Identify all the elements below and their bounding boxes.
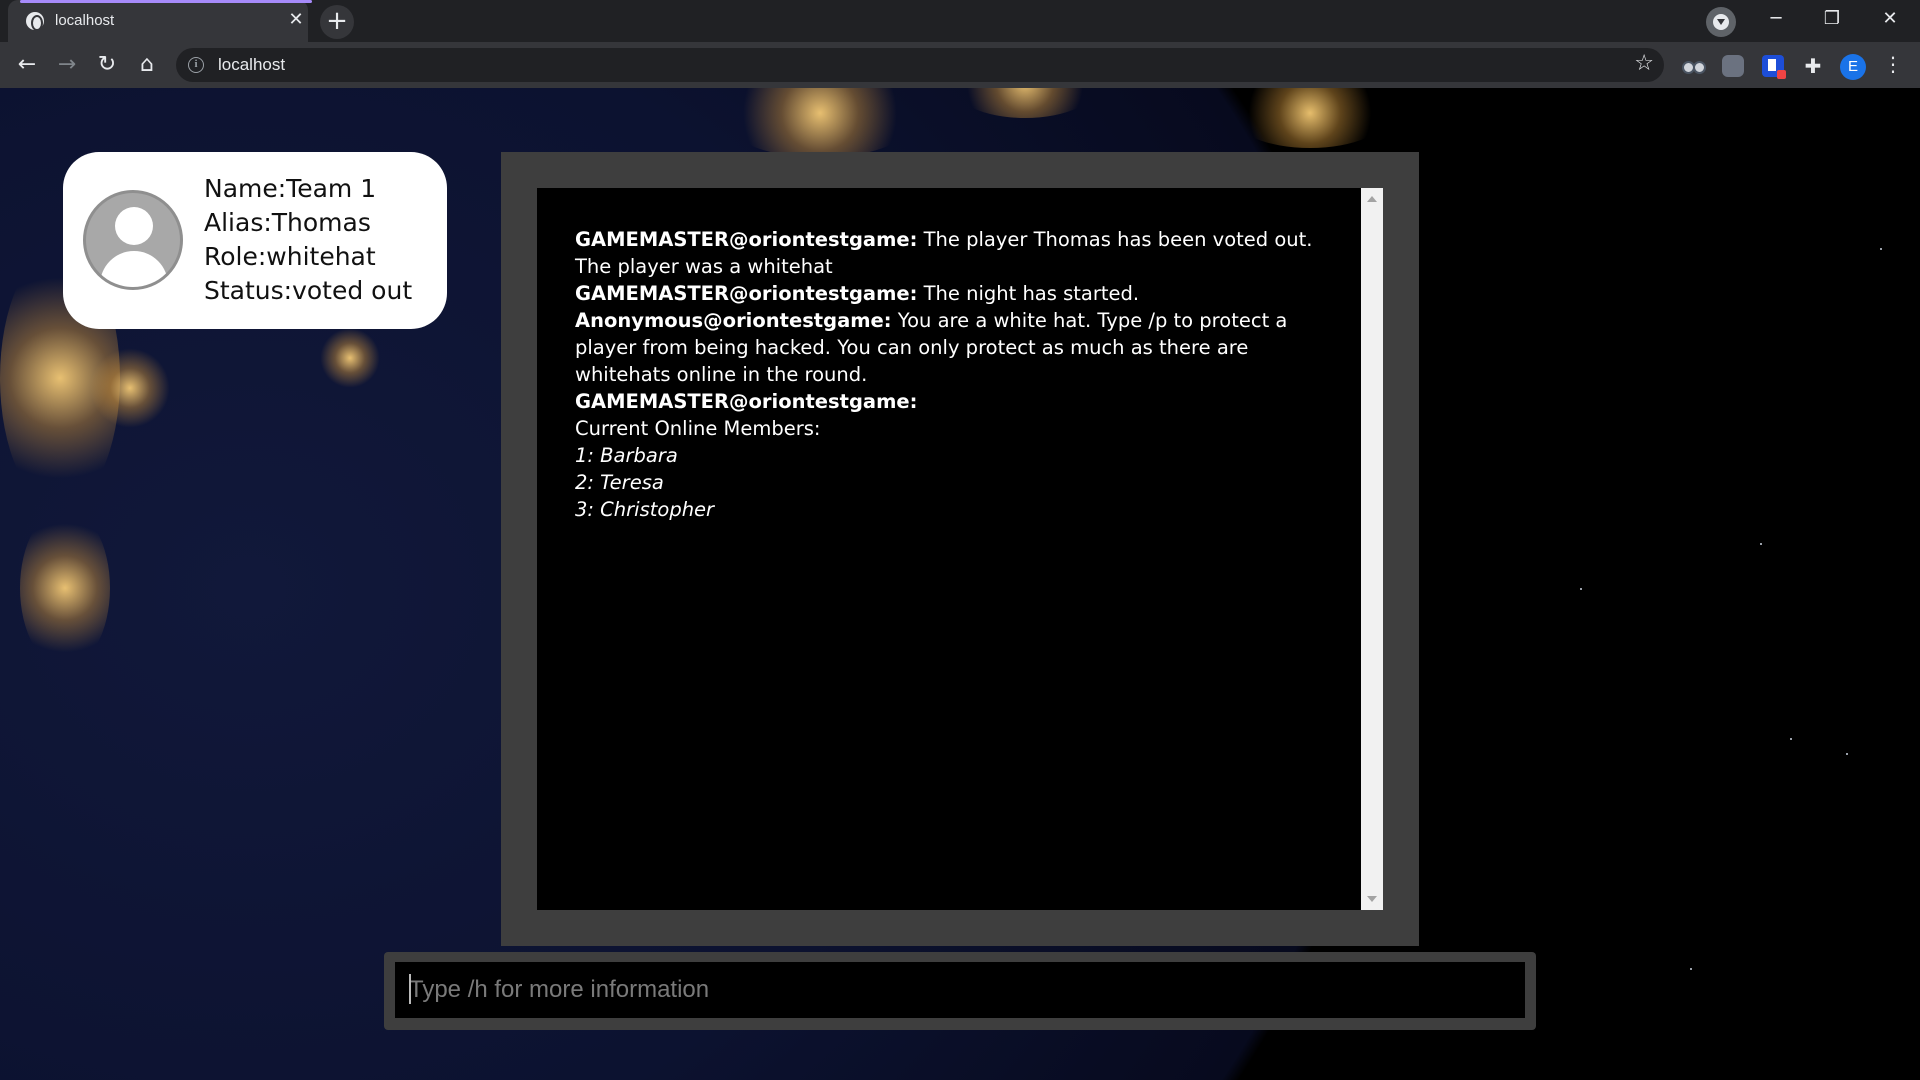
blue-extension-icon[interactable] xyxy=(1762,55,1786,79)
tab-strip: localhost ✕ + ─ ❐ ✕ xyxy=(0,0,1920,42)
chat-log-box[interactable]: GAMEMASTER@oriontestgame: The player Tho… xyxy=(537,188,1383,910)
tab-accent xyxy=(20,0,312,3)
chat-message: Anonymous@oriontestgame: You are a white… xyxy=(575,307,1323,388)
player-role: Role:whitehat xyxy=(204,242,376,271)
online-member: 2: Teresa xyxy=(575,471,664,494)
puzzle-icon[interactable]: ✚ xyxy=(1802,55,1824,77)
message-text: The night has started. xyxy=(917,282,1140,305)
player-alias: Alias:Thomas xyxy=(204,208,371,237)
browser-tab[interactable]: localhost ✕ xyxy=(8,0,312,42)
player-status: Status:voted out xyxy=(204,276,413,305)
page-background: Name:Team 1 Alias:Thomas Role:whitehat S… xyxy=(0,88,1920,1080)
minimize-button[interactable]: ─ xyxy=(1748,0,1804,40)
browser-menu-icon[interactable]: ⋮ xyxy=(1878,52,1908,76)
scroll-up-arrow-icon[interactable] xyxy=(1367,196,1377,202)
forward-button[interactable]: → xyxy=(50,48,84,82)
message-sender: Anonymous@oriontestgame: xyxy=(575,309,892,332)
glasses-extension-icon[interactable] xyxy=(1682,55,1706,77)
message-sender: GAMEMASTER@oriontestgame: xyxy=(575,282,918,305)
scroll-down-arrow-icon[interactable] xyxy=(1367,896,1377,902)
grey-extension-icon[interactable] xyxy=(1722,55,1744,77)
online-member: 3: Christopher xyxy=(575,498,715,521)
chevron-down-icon xyxy=(1717,19,1725,25)
close-tab-icon[interactable]: ✕ xyxy=(286,9,306,31)
chat-log: GAMEMASTER@oriontestgame: The player Tho… xyxy=(575,226,1323,523)
online-member: 1: Barbara xyxy=(575,444,678,467)
chat-input-panel xyxy=(384,952,1536,1030)
back-button[interactable]: ← xyxy=(10,48,44,82)
info-icon[interactable]: i xyxy=(188,57,204,73)
message-sender: GAMEMASTER@oriontestgame: xyxy=(575,390,918,413)
browser-toolbar: ← → ↻ ⌂ i localhost ☆ ✚ E ⋮ xyxy=(0,42,1920,88)
chat-input[interactable] xyxy=(395,962,1525,1018)
player-info: Name:Team 1 Alias:Thomas Role:whitehat S… xyxy=(204,172,412,308)
chat-message: GAMEMASTER@oriontestgame: The night has … xyxy=(575,280,1323,307)
bookmark-star-icon[interactable]: ☆ xyxy=(1634,51,1654,76)
message-sender: GAMEMASTER@oriontestgame: xyxy=(575,228,918,251)
address-bar[interactable]: i localhost ☆ xyxy=(176,48,1664,82)
profile-avatar-button[interactable]: E xyxy=(1840,54,1866,80)
online-members-heading: Current Online Members: xyxy=(575,417,821,440)
player-name: Name:Team 1 xyxy=(204,174,377,203)
chat-panel: GAMEMASTER@oriontestgame: The player Tho… xyxy=(501,152,1419,946)
text-caret xyxy=(409,974,411,1004)
globe-icon xyxy=(26,12,44,31)
tab-title: localhost xyxy=(55,12,115,29)
tab-search-button[interactable] xyxy=(1706,7,1736,37)
home-button[interactable]: ⌂ xyxy=(130,48,164,82)
reload-button[interactable]: ↻ xyxy=(90,48,124,82)
url-text[interactable]: localhost xyxy=(218,55,285,75)
chat-message: GAMEMASTER@oriontestgame: The player Tho… xyxy=(575,226,1323,280)
restore-button[interactable]: ❐ xyxy=(1804,0,1860,40)
player-profile-card: Name:Team 1 Alias:Thomas Role:whitehat S… xyxy=(63,152,447,329)
new-tab-button[interactable]: + xyxy=(320,5,354,39)
chat-scrollbar[interactable] xyxy=(1361,188,1383,910)
close-window-button[interactable]: ✕ xyxy=(1862,0,1918,40)
avatar xyxy=(83,190,183,290)
chat-message: GAMEMASTER@oriontestgame: xyxy=(575,388,1323,415)
